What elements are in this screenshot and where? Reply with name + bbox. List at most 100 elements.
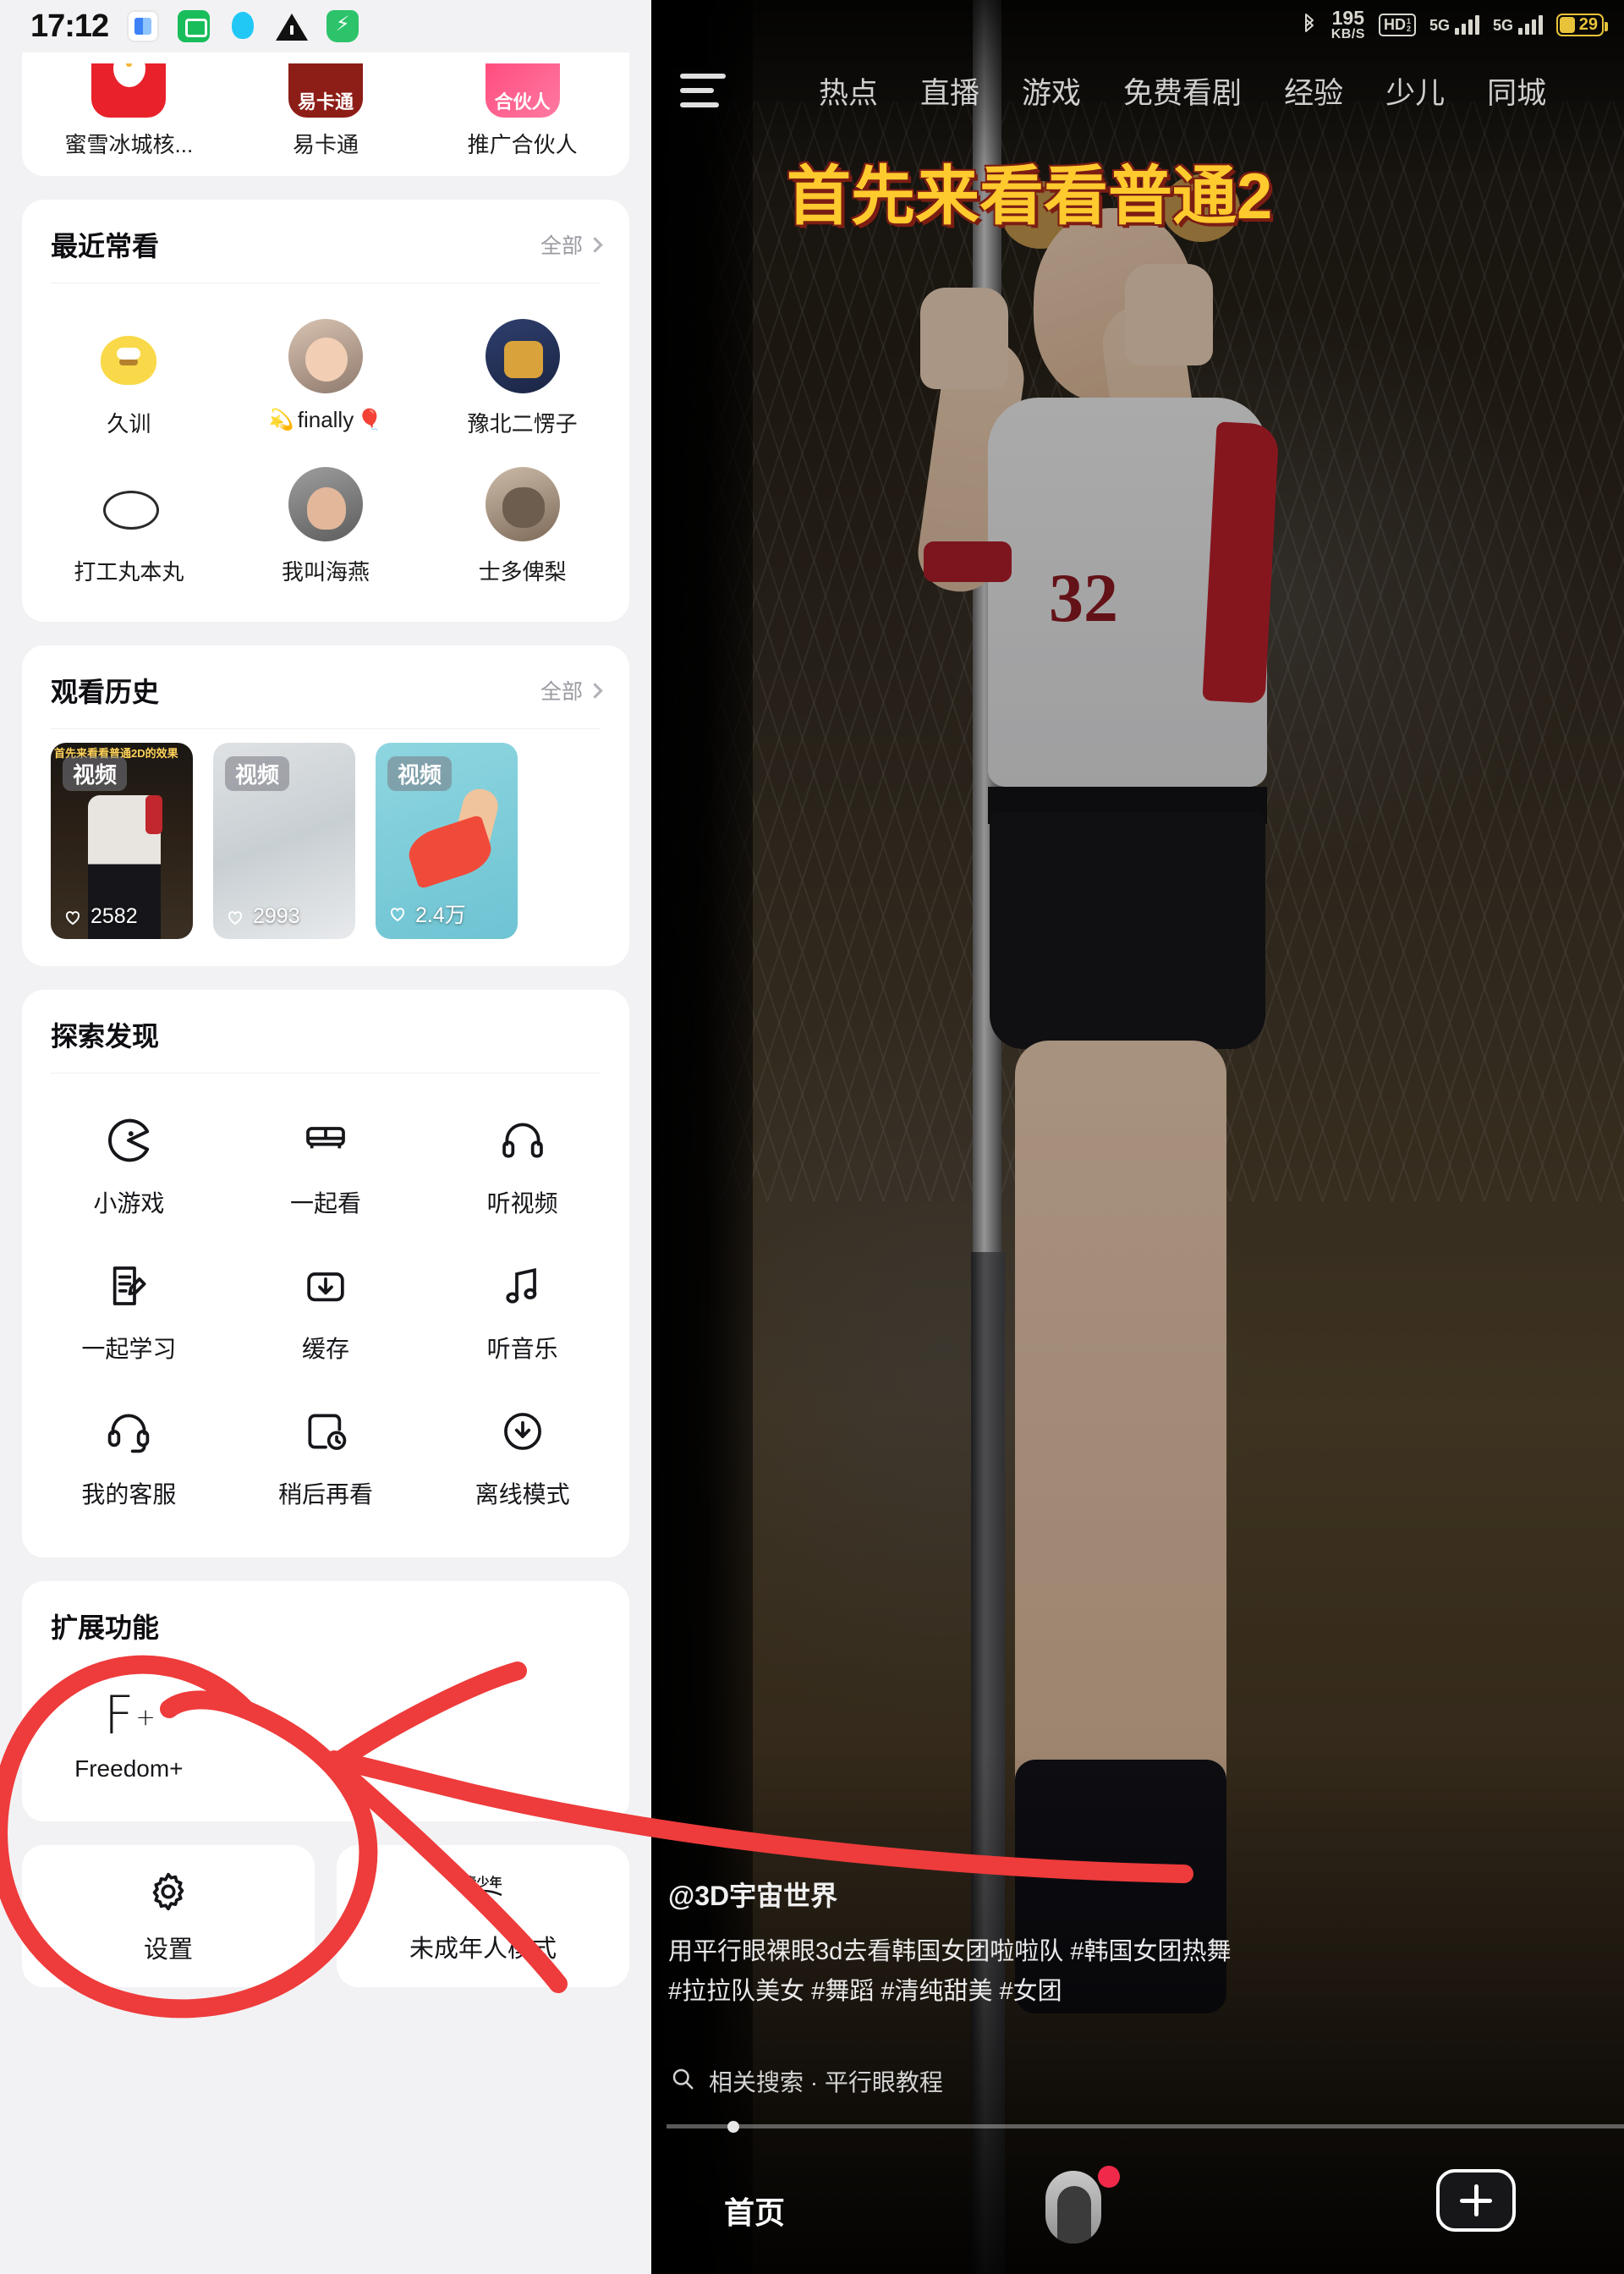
balloon-emoji: 🎈 bbox=[357, 409, 383, 431]
app-shortcut-label: 蜜雪冰城核... bbox=[64, 132, 194, 157]
hamburger-line bbox=[680, 74, 726, 79]
recent-user-item[interactable]: 久训 bbox=[30, 304, 228, 452]
explore-item-label: 稍后再看 bbox=[277, 1481, 373, 1508]
explore-item-label: 小游戏 bbox=[93, 1190, 165, 1217]
related-search-bar[interactable]: 相关搜索 · 平行眼教程 bbox=[670, 2064, 943, 2098]
add-post-button[interactable] bbox=[1436, 2169, 1516, 2232]
thumb-accent bbox=[145, 795, 162, 834]
explore-item-listen-music[interactable]: 听音乐 bbox=[424, 1238, 621, 1383]
headphones-icon bbox=[497, 1114, 549, 1167]
recent-watched-header: 最近常看 全部 bbox=[22, 200, 629, 283]
hamburger-line bbox=[680, 102, 719, 107]
watch-history-card: 观看历史 全部 首先来看看普通2D的效果 视频 2582 视频 2993 视频 … bbox=[22, 645, 629, 966]
video-badge: 视频 bbox=[387, 756, 453, 791]
video-caption-block: @3D宇宙世界 用平行眼裸眼3d去看韩国女团啦啦队 #韩国女团热舞 #拉拉队美女… bbox=[668, 1875, 1514, 2012]
settings-button[interactable]: 设置 bbox=[22, 1845, 315, 1987]
video-feed-panel[interactable]: 32 195 KB/S HD 1 2 5G 5G 29 热点 直播 游戏 免费看… bbox=[651, 0, 1624, 2274]
recent-user-name-text: finally bbox=[297, 407, 354, 432]
tab-live[interactable]: 直播 bbox=[920, 69, 979, 113]
gear-icon bbox=[144, 1867, 193, 1916]
profile-avatar[interactable] bbox=[1045, 2171, 1101, 2244]
recent-user-name: 打工丸本丸 bbox=[74, 559, 184, 585]
heart-icon bbox=[63, 907, 83, 927]
recent-user-item[interactable]: 我叫海燕 bbox=[228, 452, 425, 600]
music-note-icon bbox=[497, 1260, 549, 1312]
partner-app-icon: 合伙人 bbox=[485, 63, 560, 118]
bluetooth-icon bbox=[1301, 13, 1318, 38]
explore-card: 探索发现 小游戏 一起看 听视频 一起学习 缓存 听音乐 我的客服 稍后再看 离… bbox=[22, 990, 629, 1557]
security-shield-icon bbox=[326, 10, 359, 42]
like-count: 2993 bbox=[225, 904, 300, 929]
hamburger-menu-icon[interactable] bbox=[680, 74, 726, 107]
tab-free-drama[interactable]: 免费看剧 bbox=[1123, 69, 1242, 113]
battery-indicator: 29 bbox=[1556, 14, 1608, 36]
recent-user-item[interactable]: 豫北二愣子 bbox=[424, 304, 621, 452]
messages-icon bbox=[178, 10, 211, 42]
side-drawer-panel: 17:12 蜜雪冰城核... 易卡通 易卡通 合伙人 推广合伙人 bbox=[0, 0, 651, 2274]
explore-item-watch-later[interactable]: 稍后再看 bbox=[228, 1383, 425, 1529]
video-author[interactable]: @3D宇宙世界 bbox=[668, 1875, 1514, 1914]
video-bottom-bar: 首页 bbox=[651, 2147, 1624, 2274]
app-shortcut-yikatong[interactable]: 易卡通 易卡通 bbox=[228, 52, 425, 176]
like-count-value: 2.4万 bbox=[415, 904, 466, 927]
sparkle-emoji: 💫 bbox=[268, 409, 294, 431]
app-blue-icon bbox=[127, 10, 160, 42]
explore-item-support[interactable]: 我的客服 bbox=[30, 1383, 228, 1529]
watch-history-list: 首先来看看普通2D的效果 视频 2582 视频 2993 视频 2.4万 bbox=[22, 729, 629, 966]
hd-voice-icon: HD 1 2 bbox=[1378, 14, 1416, 36]
history-thumbnail[interactable]: 视频 2993 bbox=[213, 743, 355, 939]
recent-user-item[interactable]: 士多俾梨 bbox=[424, 452, 621, 600]
video-nav-tabs: 热点 直播 游戏 免费看剧 经验 少儿 同城 bbox=[819, 69, 1546, 113]
history-thumbnail[interactable]: 首先来看看普通2D的效果 视频 2582 bbox=[51, 743, 193, 939]
explore-item-label: 我的客服 bbox=[81, 1481, 177, 1508]
sofa-icon bbox=[299, 1114, 352, 1167]
settings-label: 设置 bbox=[143, 1936, 193, 1964]
like-count: 2.4万 bbox=[387, 898, 466, 929]
app-shortcut-label: 推广合伙人 bbox=[467, 132, 578, 157]
sim2-signal: 5G bbox=[1493, 15, 1543, 35]
app-shortcut-partner[interactable]: 合伙人 推广合伙人 bbox=[424, 52, 621, 176]
search-icon bbox=[670, 2066, 695, 2097]
battery-fill bbox=[1560, 17, 1575, 33]
bottom-tab-home[interactable]: 首页 bbox=[724, 2189, 785, 2233]
tab-local[interactable]: 同城 bbox=[1487, 69, 1546, 113]
explore-item-listen-video[interactable]: 听视频 bbox=[424, 1092, 621, 1238]
tab-experience[interactable]: 经验 bbox=[1284, 69, 1343, 113]
recent-user-item[interactable]: 打工丸本丸 bbox=[30, 452, 228, 600]
explore-item-offline[interactable]: 离线模式 bbox=[424, 1383, 621, 1529]
minor-mode-button[interactable]: 青少年 未成年人模式 bbox=[337, 1845, 629, 1987]
app-shortcut-mixue[interactable]: 蜜雪冰城核... bbox=[30, 52, 228, 176]
recent-watched-grid: 久训 💫 finally 🎈 豫北二愣子 打工丸本丸 我叫海燕 士多俾梨 bbox=[22, 283, 629, 622]
extension-item-freedom-plus[interactable]: F+ Freedom+ bbox=[30, 1664, 228, 1821]
tab-hot[interactable]: 热点 bbox=[819, 69, 878, 113]
recent-watched-more-button[interactable]: 全部 bbox=[540, 229, 603, 260]
history-thumbnail[interactable]: 视频 2.4万 bbox=[376, 743, 518, 939]
explore-item-label: 缓存 bbox=[301, 1336, 349, 1362]
watch-history-more-button[interactable]: 全部 bbox=[540, 675, 603, 706]
explore-item-watch-together[interactable]: 一起看 bbox=[228, 1092, 425, 1238]
toy-avatar bbox=[485, 319, 560, 393]
more-label: 全部 bbox=[540, 234, 583, 258]
progress-knob[interactable] bbox=[727, 2121, 739, 2133]
baby-avatar bbox=[288, 319, 363, 393]
explore-item-study-together[interactable]: 一起学习 bbox=[30, 1238, 228, 1383]
sim1-label: 5G bbox=[1429, 17, 1450, 34]
like-count-value: 2993 bbox=[253, 904, 300, 928]
explore-item-minigame[interactable]: 小游戏 bbox=[30, 1092, 228, 1238]
tab-kids[interactable]: 少儿 bbox=[1385, 69, 1445, 113]
freedom-glyph-plus: + bbox=[135, 1703, 156, 1732]
recent-user-item[interactable]: 💫 finally 🎈 bbox=[228, 304, 425, 452]
tab-games[interactable]: 游戏 bbox=[1022, 69, 1081, 113]
app-shortcut-label: 易卡通 bbox=[293, 132, 359, 157]
video-progress-bar[interactable] bbox=[667, 2121, 1624, 2133]
explore-item-cache[interactable]: 缓存 bbox=[228, 1238, 425, 1383]
network-speed-unit: KB/S bbox=[1330, 27, 1365, 41]
hd-badge-label: HD bbox=[1383, 16, 1406, 33]
explore-item-label: 一起学习 bbox=[81, 1336, 177, 1362]
section-title: 最近常看 bbox=[51, 231, 160, 261]
phone-screen: 17:12 蜜雪冰城核... 易卡通 易卡通 合伙人 推广合伙人 bbox=[0, 0, 1624, 2274]
drawer-bottom-buttons: 设置 青少年 未成年人模式 bbox=[22, 1845, 629, 1987]
like-count: 2582 bbox=[63, 904, 138, 929]
explore-item-label: 一起看 bbox=[289, 1190, 361, 1217]
explore-item-label: 听音乐 bbox=[486, 1336, 558, 1362]
